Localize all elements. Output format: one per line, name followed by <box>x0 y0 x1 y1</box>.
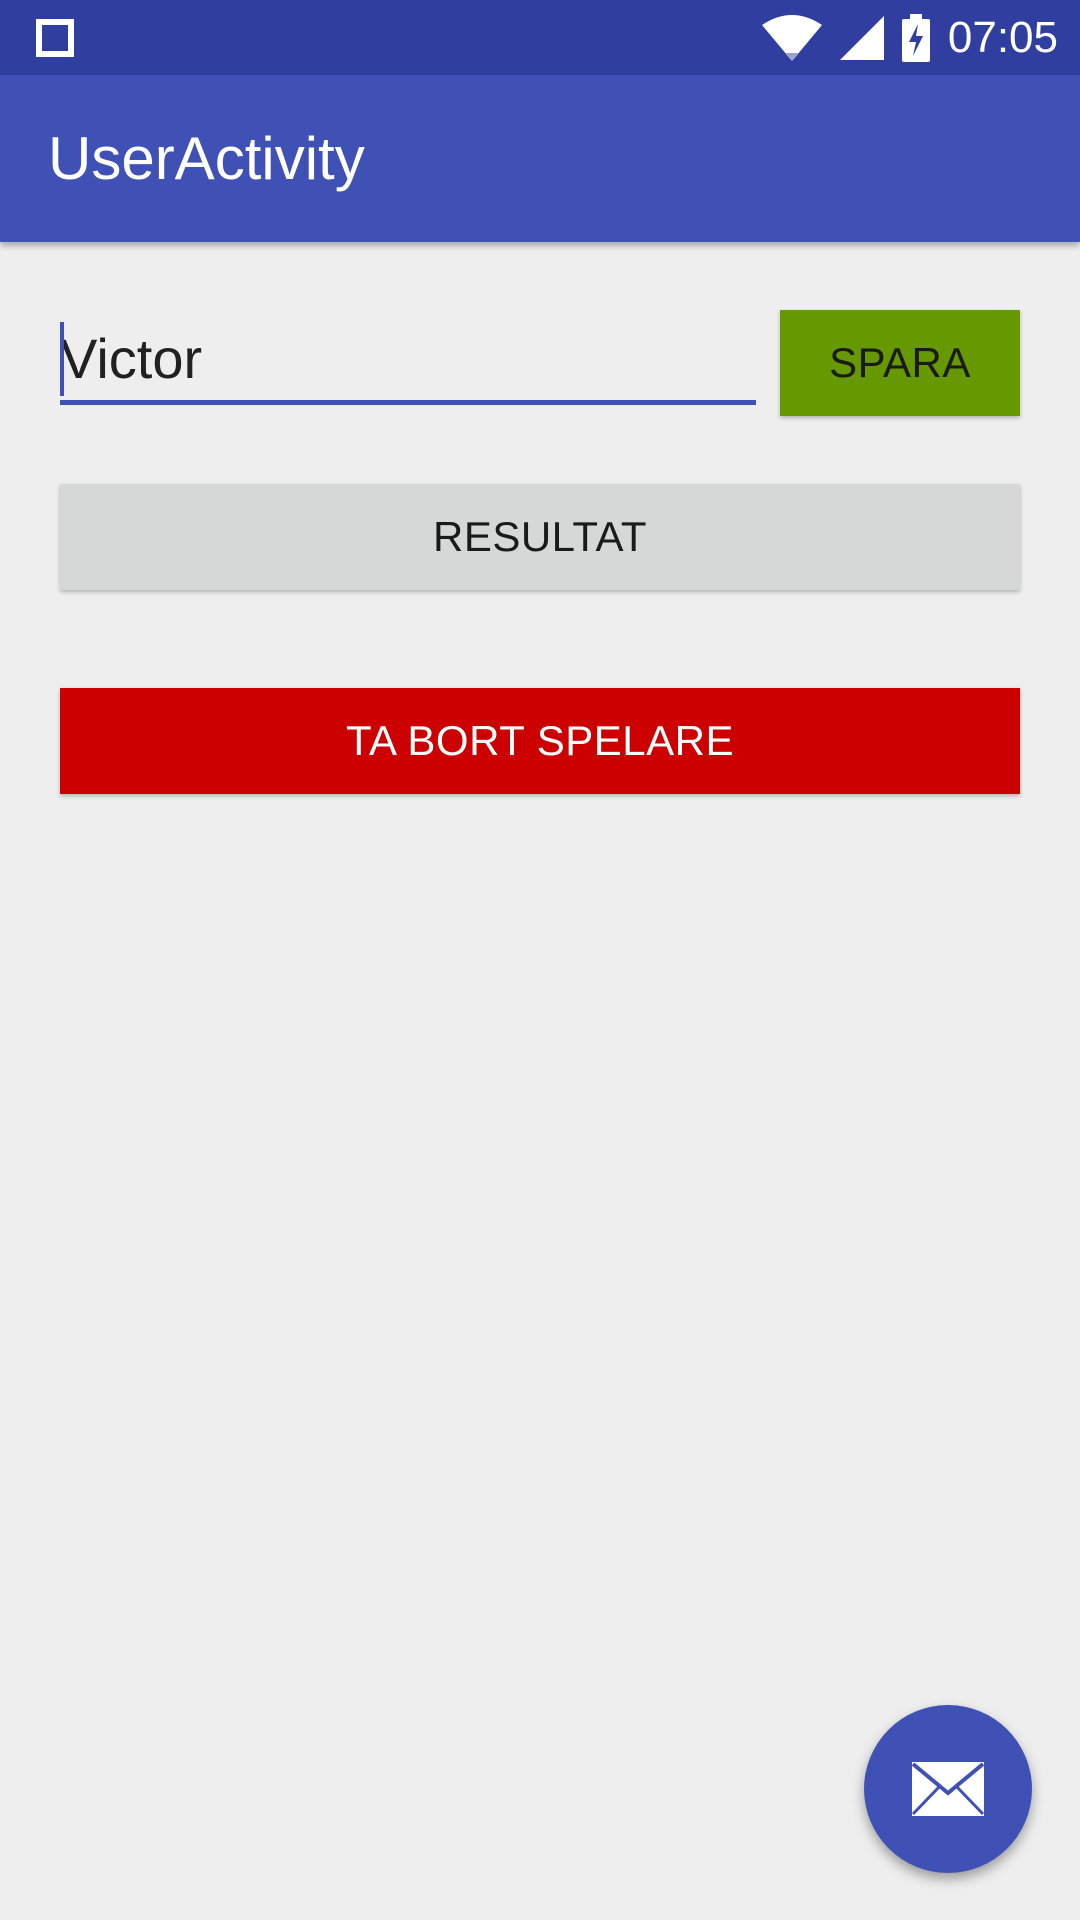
text-cursor <box>60 322 64 396</box>
save-button[interactable]: SPARA <box>780 310 1020 416</box>
name-underline <box>60 400 756 405</box>
app-title: UserActivity <box>48 125 365 192</box>
status-bar: 07:05 <box>0 0 1080 75</box>
cell-signal-icon <box>839 15 884 60</box>
mail-fab-button[interactable] <box>864 1705 1032 1873</box>
name-input[interactable] <box>60 318 756 400</box>
delete-player-button-label: TA BORT SPELARE <box>346 717 734 764</box>
status-time: 07:05 <box>947 13 1058 62</box>
app-bar: UserActivity <box>0 75 1080 242</box>
delete-player-button[interactable]: TA BORT SPELARE <box>60 688 1020 794</box>
save-button-label: SPARA <box>829 339 971 386</box>
wifi-icon <box>761 14 822 61</box>
name-field[interactable] <box>60 318 756 406</box>
square-notification-icon <box>36 19 74 57</box>
screen: 07:05 UserActivity SPARA RESULTAT TA BOR… <box>0 0 1080 1920</box>
status-icons: 07:05 <box>761 0 1058 75</box>
result-button-label: RESULTAT <box>432 513 648 560</box>
mail-icon <box>911 1761 985 1817</box>
battery-charging-icon <box>901 13 930 62</box>
result-button[interactable]: RESULTAT <box>60 484 1020 590</box>
